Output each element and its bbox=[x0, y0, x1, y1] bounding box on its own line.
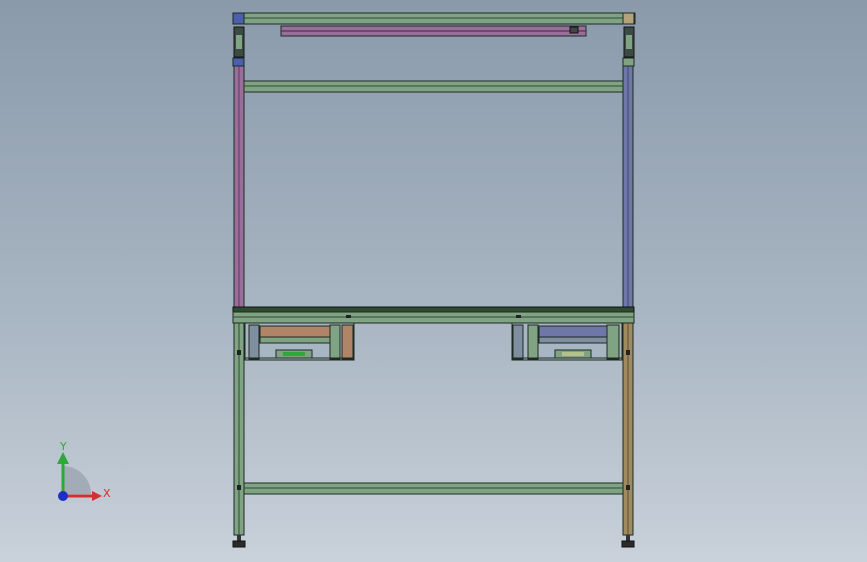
bracket-top-right[interactable] bbox=[622, 26, 635, 67]
lower-crossbar[interactable] bbox=[243, 482, 624, 495]
z-axis-dot bbox=[58, 491, 68, 501]
lower-leg-right[interactable] bbox=[622, 322, 634, 536]
y-axis-arrow bbox=[57, 452, 69, 464]
corner-block-top-left[interactable] bbox=[232, 12, 245, 25]
foot-left[interactable] bbox=[232, 535, 246, 548]
top-rail[interactable] bbox=[232, 12, 636, 25]
lower-leg-left[interactable] bbox=[233, 322, 245, 536]
x-axis-arrow bbox=[92, 491, 102, 501]
x-axis-label: X bbox=[103, 487, 111, 500]
graphics-viewport[interactable]: Y X bbox=[0, 0, 867, 562]
upper-post-left[interactable] bbox=[233, 65, 245, 309]
foot-right[interactable] bbox=[621, 535, 635, 548]
triad-arc bbox=[63, 466, 91, 494]
corner-block-top-right[interactable] bbox=[622, 12, 635, 25]
orientation-triad: Y X bbox=[57, 440, 111, 501]
light-bar[interactable] bbox=[280, 25, 587, 37]
workbench-frame-model[interactable] bbox=[0, 0, 867, 562]
y-axis-label: Y bbox=[59, 440, 67, 453]
table-top[interactable] bbox=[232, 306, 635, 324]
bracket-top-left[interactable] bbox=[232, 26, 245, 67]
upper-crossbar[interactable] bbox=[243, 80, 624, 93]
upper-post-right[interactable] bbox=[622, 65, 634, 309]
drawer-right[interactable] bbox=[511, 322, 623, 361]
drawer-left[interactable] bbox=[244, 322, 355, 361]
